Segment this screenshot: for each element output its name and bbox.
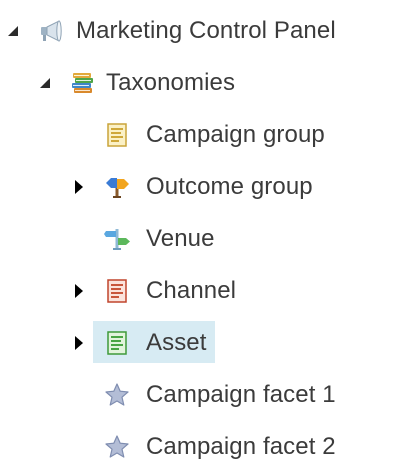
venue-signpost-icon xyxy=(104,226,130,252)
books-icon xyxy=(70,70,96,96)
collapsed-arrow-icon[interactable] xyxy=(72,178,86,196)
star-icon xyxy=(104,382,130,408)
star-icon xyxy=(104,434,130,460)
tree-node-campaign-group[interactable]: Campaign group xyxy=(104,117,325,153)
expanded-arrow-icon[interactable] xyxy=(6,22,20,40)
tree-node-label[interactable]: Taxonomies xyxy=(106,65,235,101)
collapsed-arrow-icon[interactable] xyxy=(72,334,86,352)
content-tree: Marketing Control Panel Taxonomies Campa… xyxy=(0,0,409,468)
yellow-document-icon xyxy=(104,122,130,148)
tree-node-label[interactable]: Asset xyxy=(146,325,207,361)
tree-node-venue[interactable]: Venue xyxy=(104,221,215,257)
tree-node-label[interactable]: Campaign facet 1 xyxy=(146,377,336,413)
tree-node-label[interactable]: Marketing Control Panel xyxy=(76,13,336,49)
tree-node-taxonomies[interactable]: Taxonomies xyxy=(38,65,235,101)
green-document-icon xyxy=(104,330,130,356)
tree-node-campaign-facet-2[interactable]: Campaign facet 2 xyxy=(104,429,336,465)
tree-node-channel[interactable]: Channel xyxy=(72,273,236,309)
expanded-arrow-icon[interactable] xyxy=(38,74,52,92)
tree-node-asset[interactable]: Asset xyxy=(72,325,207,361)
tree-node-label[interactable]: Campaign group xyxy=(146,117,325,153)
signpost-icon xyxy=(104,174,130,200)
tree-node-marketing-control-panel[interactable]: Marketing Control Panel xyxy=(6,13,336,49)
tree-node-label[interactable]: Campaign facet 2 xyxy=(146,429,336,465)
collapsed-arrow-icon[interactable] xyxy=(72,282,86,300)
tree-node-label[interactable]: Outcome group xyxy=(146,169,313,205)
tree-node-outcome-group[interactable]: Outcome group xyxy=(72,169,313,205)
tree-node-campaign-facet-1[interactable]: Campaign facet 1 xyxy=(104,377,336,413)
red-document-icon xyxy=(104,278,130,304)
megaphone-icon xyxy=(39,18,65,44)
tree-node-label[interactable]: Venue xyxy=(146,221,215,257)
tree-node-label[interactable]: Channel xyxy=(146,273,236,309)
